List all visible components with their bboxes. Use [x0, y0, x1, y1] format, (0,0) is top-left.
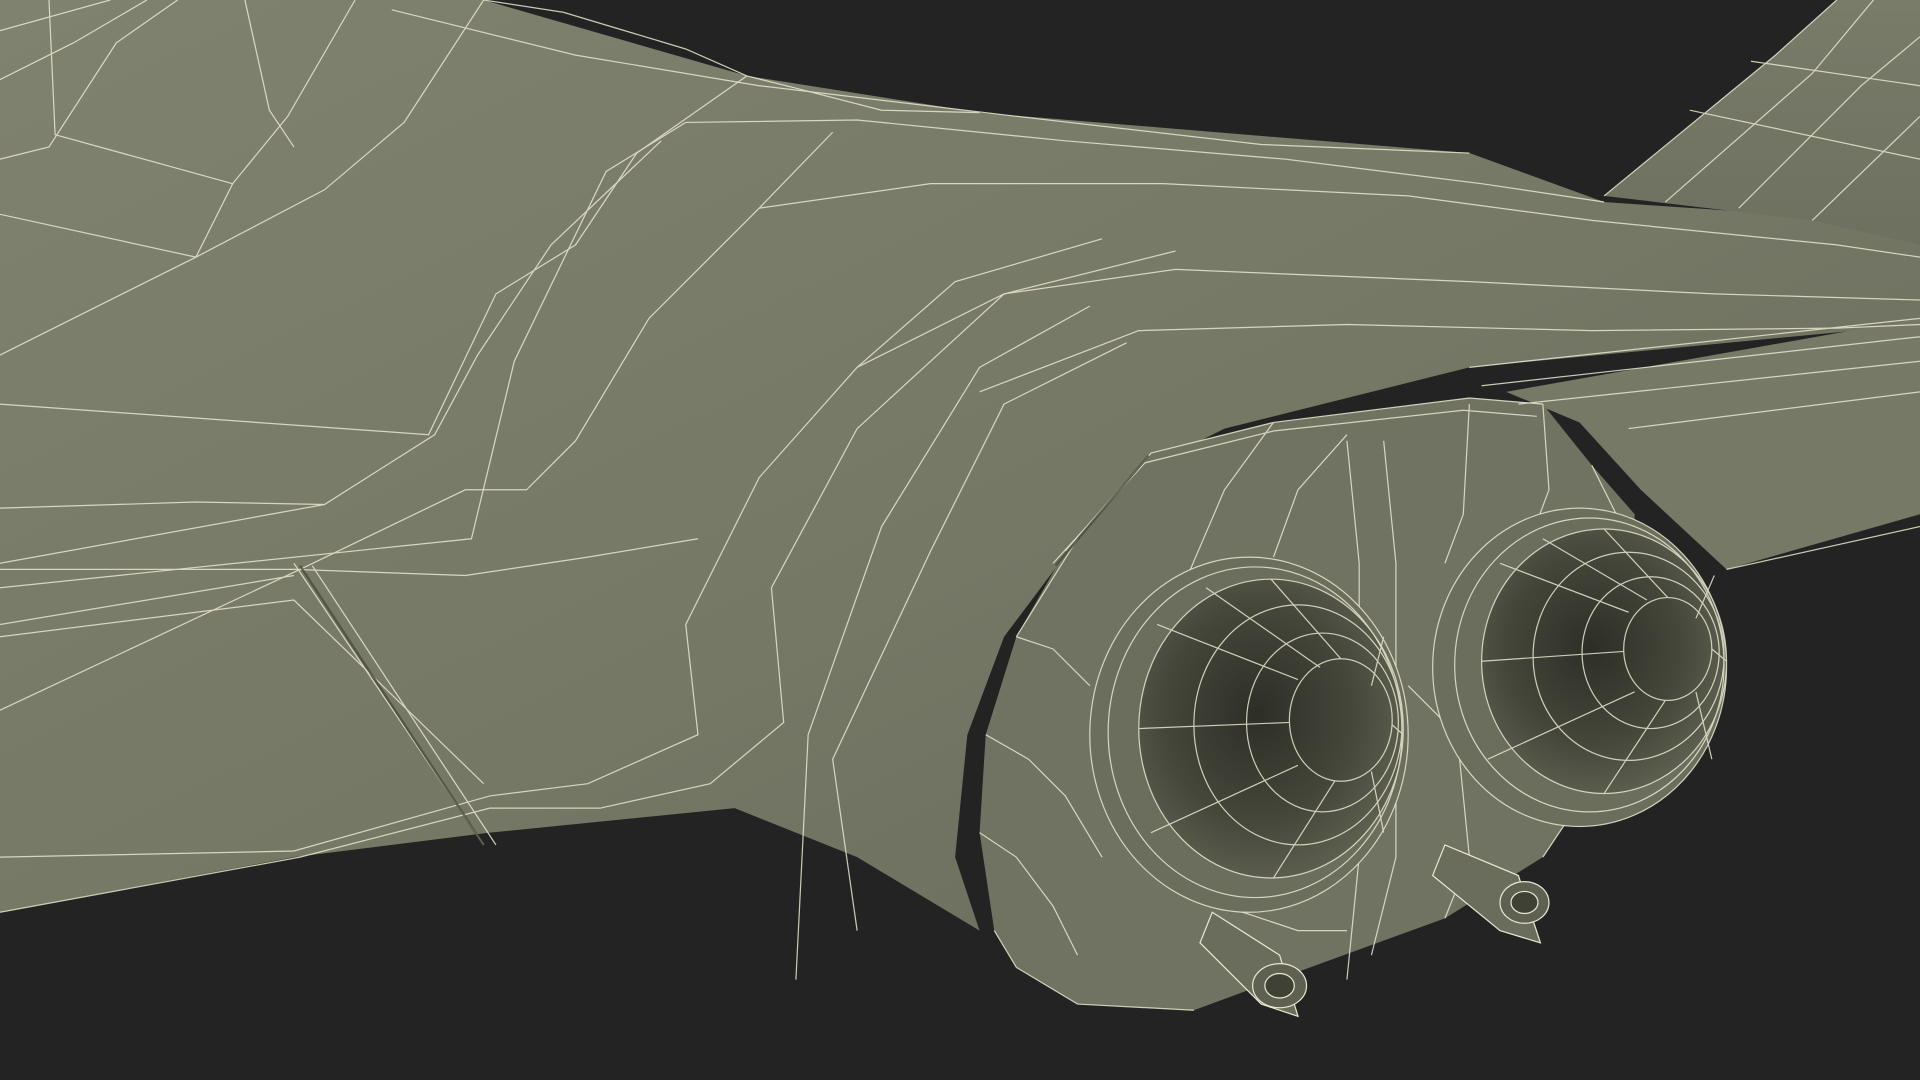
left-exhaust-nozzle [1089, 556, 1409, 913]
fuselage-body [0, 0, 1920, 1011]
wireframe-render [0, 0, 1920, 1018]
viewport [0, 0, 1920, 1080]
right-exhaust-nozzle [1432, 507, 1728, 828]
